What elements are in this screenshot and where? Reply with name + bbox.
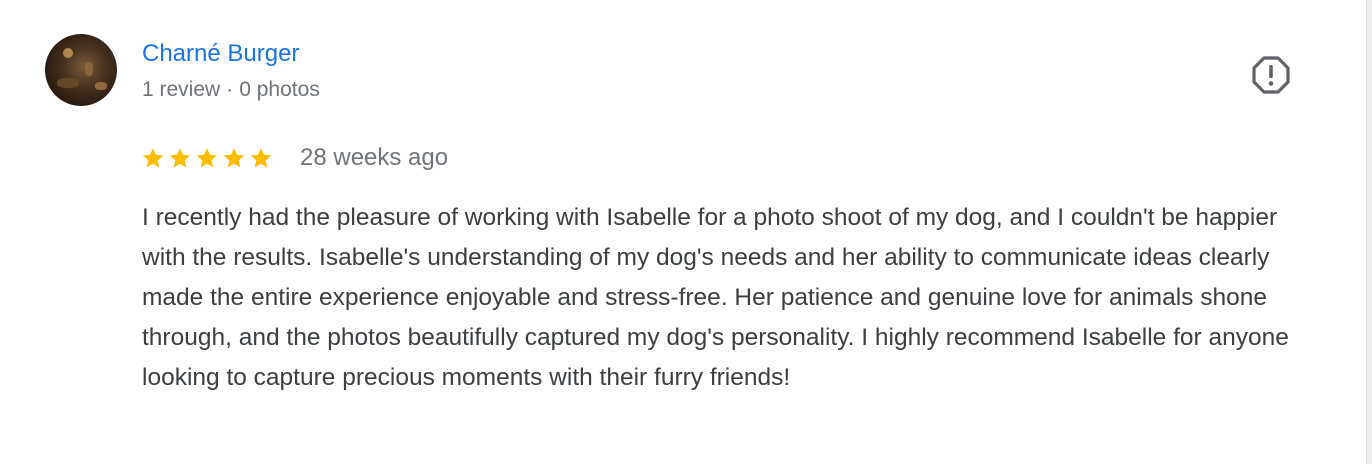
- star-icon: [142, 148, 164, 168]
- reviewer-meta: 1 review · 0 photos: [142, 77, 320, 103]
- avatar-detail: [57, 78, 79, 88]
- reviewer-name-link[interactable]: Charné Burger: [142, 39, 299, 69]
- avatar-detail: [63, 48, 73, 58]
- avatar-detail: [95, 82, 107, 90]
- meta-separator: ·: [226, 78, 234, 101]
- star-icon: [196, 148, 218, 168]
- star-rating: [141, 146, 273, 170]
- rating-row: 28 weeks ago: [141, 141, 448, 175]
- photos-count: 0 photos: [239, 78, 320, 101]
- star-icon: [169, 148, 191, 168]
- star-icon: [223, 148, 245, 168]
- review-time: 28 weeks ago: [300, 144, 449, 171]
- octagon-alert-icon: [1252, 56, 1290, 94]
- star-icon: [250, 148, 272, 168]
- avatar-detail: [85, 62, 93, 76]
- report-flag-icon[interactable]: [1251, 55, 1291, 95]
- review-text: I recently had the pleasure of working w…: [142, 204, 1289, 391]
- scroll-edge: [1366, 0, 1372, 464]
- reviewer-avatar[interactable]: [45, 34, 117, 106]
- reviews-count: 1 review: [142, 78, 221, 101]
- review-card: Charné Burger 1 review · 0 photos 28 weeks…: [0, 0, 1366, 464]
